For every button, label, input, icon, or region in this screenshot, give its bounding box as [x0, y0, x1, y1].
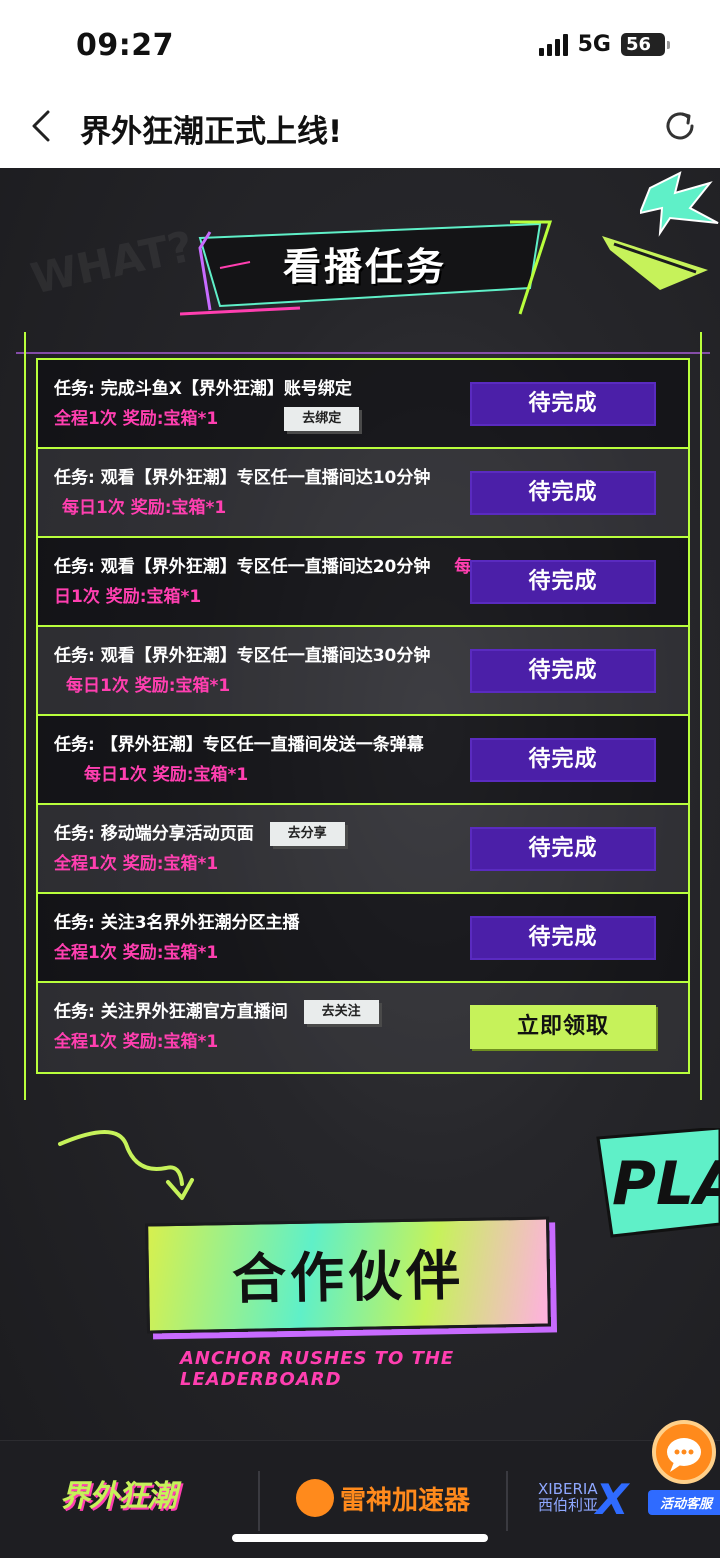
task-prefix: 任务: [54, 468, 101, 488]
task-row: 任务: 观看【界外狂潮】专区任一直播间达30分钟 每日1次 奖励:宝箱*1 待完… [38, 627, 688, 716]
section-title-banner: 看播任务 [200, 228, 530, 318]
partner-title: 合作伙伴 [231, 1243, 465, 1312]
task-text: 观看【界外狂潮】专区任一直播间达30分钟 [100, 646, 431, 666]
splash-decoration [640, 171, 719, 237]
task-row: 任务: 【界外狂潮】专区任一直播间发送一条弹幕 每日1次 奖励:宝箱*1 待完成 [38, 716, 688, 805]
share-button[interactable]: 去分享 [269, 822, 345, 846]
status-icons: 5G 56 [538, 32, 670, 57]
task-prefix: 任务: [54, 646, 101, 666]
task-text: 移动端分享活动页面 [100, 824, 254, 844]
xiberia-mark: X [596, 1475, 629, 1524]
slash-decoration [602, 236, 708, 290]
task-reward: 全程1次 奖励:宝箱*1 [54, 409, 219, 429]
task-status-button[interactable]: 待完成 [470, 649, 656, 693]
task-reward: 全程1次 奖励:宝箱*1 [54, 943, 219, 963]
leishen-icon [296, 1479, 334, 1517]
event-page: WHAT? 看播任务 任务: 完成斗鱼X【界外狂潮】账号绑定 全程1次 奖励:宝… [0, 168, 720, 1558]
task-row: 任务: 关注3名界外狂潮分区主播 全程1次 奖励:宝箱*1 待完成 [38, 894, 688, 983]
section-title: 看播任务 [282, 245, 447, 289]
task-text: 观看【界外狂潮】专区任一直播间达10分钟 [100, 468, 431, 488]
task-prefix: 任务: [54, 379, 101, 399]
battery-level: 56 [621, 33, 665, 56]
task-list: 任务: 完成斗鱼X【界外狂潮】账号绑定 全程1次 奖励:宝箱*1 去绑定 待完成… [36, 358, 690, 1074]
task-status-button[interactable]: 待完成 [470, 471, 656, 515]
refresh-icon[interactable] [660, 106, 700, 146]
status-bar: 09:27 5G 56 [0, 0, 720, 90]
task-row: 任务: 观看【界外狂潮】专区任一直播间达10分钟 每日1次 奖励:宝箱*1 待完… [38, 449, 688, 538]
customer-service-button[interactable]: 活动客服 [648, 1420, 720, 1520]
task-reward: 全程1次 奖励:宝箱*1 [54, 854, 219, 874]
partner-subtitle: ANCHOR RUSHES TO THE LEADERBOARD [180, 1348, 455, 1390]
xiberia-logo: XIBERIA 西伯利亚 [538, 1480, 599, 1514]
page-title: 界外狂潮正式上线! [80, 114, 343, 150]
chat-icon [652, 1420, 716, 1484]
bind-account-button[interactable]: 去绑定 [284, 407, 360, 431]
partner-banner: 合作伙伴 [145, 1216, 551, 1334]
task-reward: 每日1次 奖励:宝箱*1 [84, 765, 249, 785]
follow-button[interactable]: 去关注 [303, 1000, 379, 1024]
graffiti-text: WHAT? [26, 221, 198, 304]
task-reward: 每日1次 奖励:宝箱*1 [66, 676, 231, 696]
task-text: 【界外狂潮】专区任一直播间发送一条弹幕 [100, 735, 424, 755]
game-logo: 界外狂潮 [60, 1479, 177, 1514]
task-text: 完成斗鱼X【界外狂潮】账号绑定 [100, 379, 352, 399]
signal-icon [538, 33, 568, 56]
task-row: 任务: 移动端分享活动页面 去分享 全程1次 奖励:宝箱*1 待完成 [38, 805, 688, 894]
task-status-button[interactable]: 待完成 [470, 916, 656, 960]
home-indicator[interactable] [232, 1534, 488, 1542]
network-type: 5G [577, 32, 611, 57]
task-status-button[interactable]: 待完成 [470, 382, 656, 426]
status-time: 09:27 [76, 28, 174, 63]
task-row: 任务: 观看【界外狂潮】专区任一直播间达20分钟 每日1次 奖励:宝箱*1 待完… [38, 538, 688, 627]
customer-service-label: 活动客服 [648, 1490, 720, 1515]
task-row: 任务: 完成斗鱼X【界外狂潮】账号绑定 全程1次 奖励:宝箱*1 去绑定 待完成 [38, 360, 688, 449]
task-prefix: 任务: [54, 557, 101, 577]
battery-icon: 56 [621, 33, 670, 56]
task-text: 观看【界外狂潮】专区任一直播间达20分钟 [100, 557, 431, 577]
task-text: 关注3名界外狂潮分区主播 [100, 913, 300, 933]
task-prefix: 任务: [54, 735, 101, 755]
back-icon[interactable] [22, 106, 62, 146]
task-status-button[interactable]: 待完成 [470, 827, 656, 871]
task-reward: 全程1次 奖励:宝箱*1 [54, 1032, 219, 1052]
task-prefix: 任务: [54, 824, 101, 844]
claim-reward-button[interactable]: 立即领取 [470, 1005, 656, 1049]
task-row: 任务: 关注界外狂潮官方直播间 去关注 全程1次 奖励:宝箱*1 立即领取 [38, 983, 688, 1072]
task-status-button[interactable]: 待完成 [470, 738, 656, 782]
task-status-button[interactable]: 待完成 [470, 560, 656, 604]
leishen-logo: 雷神加速器 [296, 1479, 470, 1517]
nav-bar: 界外狂潮正式上线! [0, 90, 720, 168]
task-prefix: 任务: [54, 913, 101, 933]
task-text: 关注界外狂潮官方直播间 [100, 1002, 288, 1022]
task-reward: 每日1次 奖励:宝箱*1 [62, 498, 227, 518]
task-prefix: 任务: [54, 1002, 101, 1022]
